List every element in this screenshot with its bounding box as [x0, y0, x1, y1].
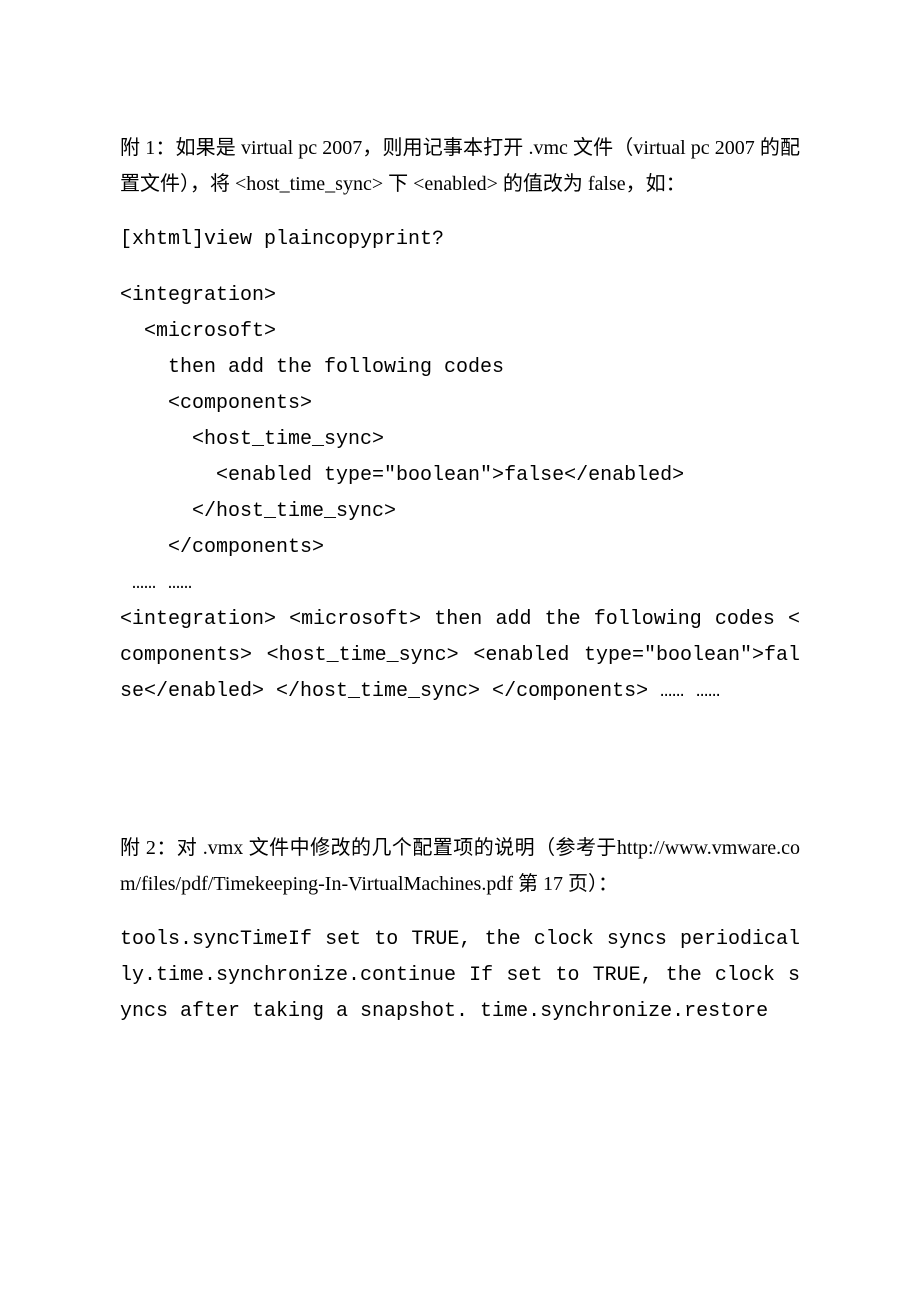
paragraph-settings-description: tools.syncTimeIf set to TRUE, the clock … [120, 922, 800, 1030]
code-line: </components> [120, 530, 800, 566]
code-line: <integration> [120, 278, 800, 314]
inline-xml-paragraph: <integration> <microsoft> then add the f… [120, 602, 800, 710]
code-line: <components> [120, 386, 800, 422]
paragraph-appendix-1: 附 1：如果是 virtual pc 2007，则用记事本打开 .vmc 文件（… [120, 130, 800, 202]
spacer [120, 730, 800, 830]
code-line: </host_time_sync> [120, 494, 800, 530]
code-line: <enabled type="boolean">false</enabled> [120, 458, 800, 494]
document-page: 附 1：如果是 virtual pc 2007，则用记事本打开 .vmc 文件（… [0, 0, 920, 1302]
code-line: then add the following codes [120, 350, 800, 386]
code-tag-line: [xhtml]view plaincopyprint? [120, 222, 800, 258]
paragraph-appendix-2: 附 2：对 .vmx 文件中修改的几个配置项的说明（参考于http://www.… [120, 830, 800, 902]
xml-code-block: <integration> <microsoft> then add the f… [120, 278, 800, 602]
code-line: <host_time_sync> [120, 422, 800, 458]
code-line: <microsoft> [120, 314, 800, 350]
code-line: …… …… [120, 566, 800, 602]
